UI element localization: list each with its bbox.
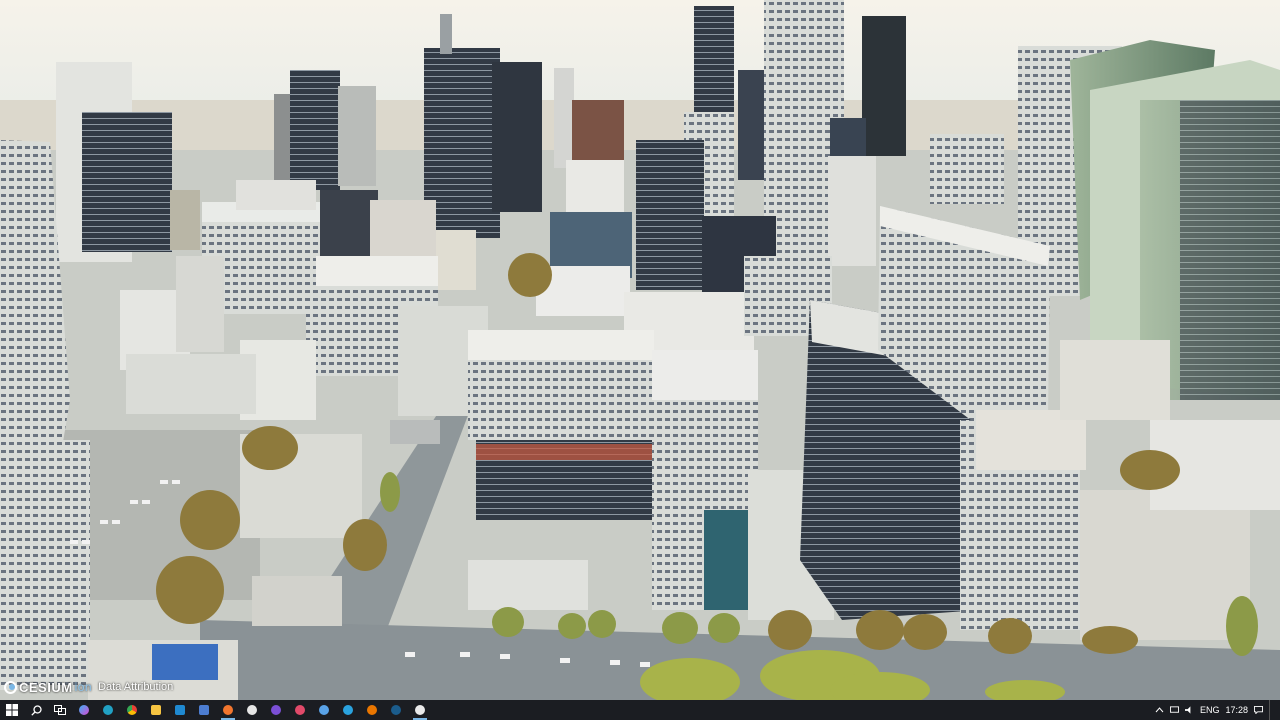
- city-3d-tiles: RK: [0, 0, 1280, 700]
- firefox-icon[interactable]: [216, 700, 240, 720]
- volume-icon[interactable]: [1184, 706, 1194, 714]
- cesium-3d-viewport[interactable]: RK: [0, 0, 1280, 700]
- telegram-icon[interactable]: [336, 700, 360, 720]
- unreal-engine-icon[interactable]: [408, 700, 432, 720]
- network-icon[interactable]: [1169, 706, 1179, 714]
- cesium-logo-sub: ion: [74, 680, 93, 694]
- cesium-logo-icon: [4, 680, 17, 694]
- app-icon[interactable]: [264, 700, 288, 720]
- windows-taskbar: ENG 17:28: [0, 700, 1280, 720]
- blender-icon[interactable]: [360, 700, 384, 720]
- clock[interactable]: 17:28: [1225, 705, 1248, 715]
- task-view-icon[interactable]: [48, 700, 72, 720]
- copilot-icon[interactable]: [72, 700, 96, 720]
- steam-icon[interactable]: [384, 700, 408, 720]
- cesium-ion-logo[interactable]: CESIUM ion: [4, 680, 92, 695]
- system-tray: ENG 17:28: [1155, 700, 1280, 720]
- save-icon[interactable]: [192, 700, 216, 720]
- show-desktop-button[interactable]: [1269, 700, 1274, 720]
- notification-icon[interactable]: [1254, 706, 1263, 714]
- vscode-icon[interactable]: [168, 700, 192, 720]
- search-icon[interactable]: [24, 700, 48, 720]
- language-indicator[interactable]: ENG: [1200, 705, 1220, 715]
- file-explorer-icon[interactable]: [144, 700, 168, 720]
- app-icon[interactable]: [288, 700, 312, 720]
- app-icon[interactable]: [312, 700, 336, 720]
- chrome-icon[interactable]: [120, 700, 144, 720]
- windows-start-icon[interactable]: [0, 700, 24, 720]
- data-attribution-link[interactable]: Data Attribution: [98, 681, 173, 693]
- obs-icon[interactable]: [240, 700, 264, 720]
- cesium-logo-text: CESIUM: [19, 679, 73, 695]
- cesium-credit-bar: CESIUM ion Data Attribution: [4, 677, 173, 697]
- edge-icon[interactable]: [96, 700, 120, 720]
- chevron-up-icon[interactable]: [1155, 706, 1164, 714]
